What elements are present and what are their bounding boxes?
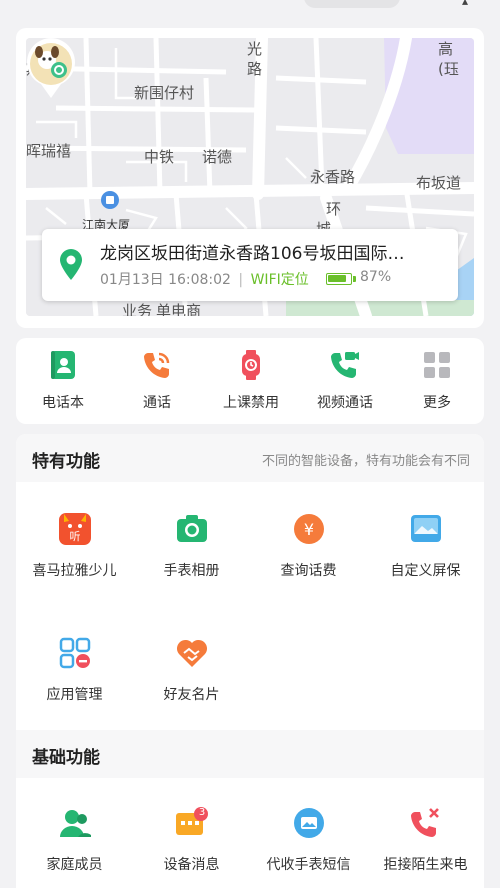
app-manage-icon (59, 637, 91, 669)
quick-action-label: 视频通话 (317, 395, 373, 411)
features-card: 特有功能 不同的智能设备，特有功能会有不同 听 喜马拉雅少儿 手表相册 ¥ 查询… (16, 434, 484, 888)
location-pin-icon (60, 249, 82, 280)
battery-icon (326, 273, 352, 285)
feature-query-bill[interactable]: ¥ 查询话费 (250, 512, 367, 592)
handshake-heart-icon (176, 639, 208, 667)
reject-call-icon (411, 808, 439, 837)
battery-percent: 87% (360, 269, 392, 285)
feature-watch-album[interactable]: 手表相册 (133, 512, 250, 592)
map-label: 单电商 (156, 302, 202, 316)
map-label: 诺德 (202, 148, 233, 166)
feature-label: 设备消息 (163, 857, 220, 873)
location-map-card: 期 光 路 高 (珏 新围仔村 晖瑞禧 中铁 诺德 永香路 布坂道 江南大厦 环… (16, 28, 484, 328)
top-pill[interactable] (304, 0, 400, 8)
more-grid-icon (424, 352, 450, 378)
feature-device-messages[interactable]: 3 设备消息 (133, 806, 250, 886)
feature-proxy-sms[interactable]: 代收手表短信 (250, 806, 367, 886)
feature-label: 家庭成员 (46, 857, 103, 873)
quick-action-label: 电话本 (42, 395, 84, 411)
feature-family-members[interactable]: 家庭成员 (16, 806, 133, 886)
map-label: 新围仔村 (134, 84, 195, 102)
feature-label: 应用管理 (46, 687, 103, 703)
feature-label: 手表相册 (163, 563, 220, 579)
quick-action-video-call[interactable]: 视频通话 (300, 350, 390, 418)
feature-label: 查询话费 (280, 563, 337, 579)
feature-label: 好友名片 (163, 687, 220, 703)
phonebook-icon (51, 351, 75, 379)
location-method: WIFI定位 (250, 272, 309, 288)
map-label: 业务 (122, 302, 153, 316)
feature-app-manage[interactable]: 应用管理 (16, 636, 133, 716)
map-label: 中铁 (144, 148, 175, 166)
quick-actions-bar: 电话本 通话 上课禁用 视频通话 更多 (16, 338, 484, 424)
quick-action-label: 更多 (423, 395, 451, 411)
wallpaper-icon (411, 515, 441, 542)
device-location-pin-icon[interactable] (26, 38, 76, 100)
svg-text:听: 听 (70, 530, 81, 543)
battery-cap (353, 276, 356, 282)
location-separator: | (238, 272, 244, 288)
message-badge: 3 (198, 807, 206, 818)
map-label: 布坂道 (416, 174, 462, 192)
quick-action-more[interactable]: 更多 (392, 350, 482, 418)
section-title: 基础功能 (32, 748, 100, 768)
map-label: 光 (247, 40, 263, 58)
family-icon (60, 810, 91, 837)
quick-action-call[interactable]: 通话 (112, 350, 202, 418)
location-info-card[interactable]: 龙岗区坂田街道永香路106号坂田国际… 01月13日 16:08:02 | WI… (42, 229, 458, 301)
feature-label: 代收手表短信 (266, 857, 351, 873)
map-label: (珏 (438, 60, 459, 78)
top-strip: ▴ (0, 0, 500, 18)
quick-action-phonebook[interactable]: 电话本 (18, 350, 108, 418)
map-label: 高 (438, 40, 454, 58)
quick-action-label: 上课禁用 (223, 395, 279, 411)
feature-friend-card[interactable]: 好友名片 (133, 636, 250, 716)
feature-label: 自定义屏保 (390, 563, 461, 579)
map-label: 路 (247, 60, 263, 78)
feature-custom-screensaver[interactable]: 自定义屏保 (367, 512, 484, 592)
feature-reject-stranger-calls[interactable]: 拒接陌生来电 (367, 806, 484, 886)
location-address: 龙岗区坂田街道永香路106号坂田国际… (100, 244, 405, 264)
section-note: 不同的智能设备，特有功能会有不同 (261, 454, 470, 469)
quick-action-class-disable[interactable]: 上课禁用 (206, 350, 296, 418)
svg-text:¥: ¥ (304, 520, 314, 539)
poi-marker-icon (101, 191, 119, 209)
map-label: 永香路 (310, 168, 356, 186)
feature-label: 喜马拉雅少儿 (32, 563, 117, 579)
ximalaya-icon: 听 (59, 513, 91, 545)
section-title: 特有功能 (32, 452, 100, 472)
battery-level (328, 275, 346, 282)
feature-ximalaya[interactable]: 听 喜马拉雅少儿 (16, 512, 133, 592)
map-label: 晖瑞禧 (26, 142, 72, 160)
basic-section-header: 基础功能 (16, 730, 484, 778)
special-section-header: 特有功能 不同的智能设备，特有功能会有不同 (16, 434, 484, 482)
top-chevron-icon[interactable]: ▴ (462, 0, 468, 8)
yuan-coin-icon: ¥ (294, 514, 324, 544)
quick-action-label: 通话 (143, 395, 171, 411)
camera-icon (177, 515, 207, 542)
map-label: 环 (326, 200, 342, 218)
phone-call-icon (144, 352, 170, 378)
location-datetime: 01月13日 16:08:02 (100, 272, 231, 288)
video-call-icon (331, 352, 359, 378)
feature-label: 拒接陌生来电 (383, 857, 468, 873)
sms-icon (294, 808, 324, 838)
watch-lock-icon (242, 350, 260, 380)
location-meta: 01月13日 16:08:02 | WIFI定位 (100, 269, 309, 289)
